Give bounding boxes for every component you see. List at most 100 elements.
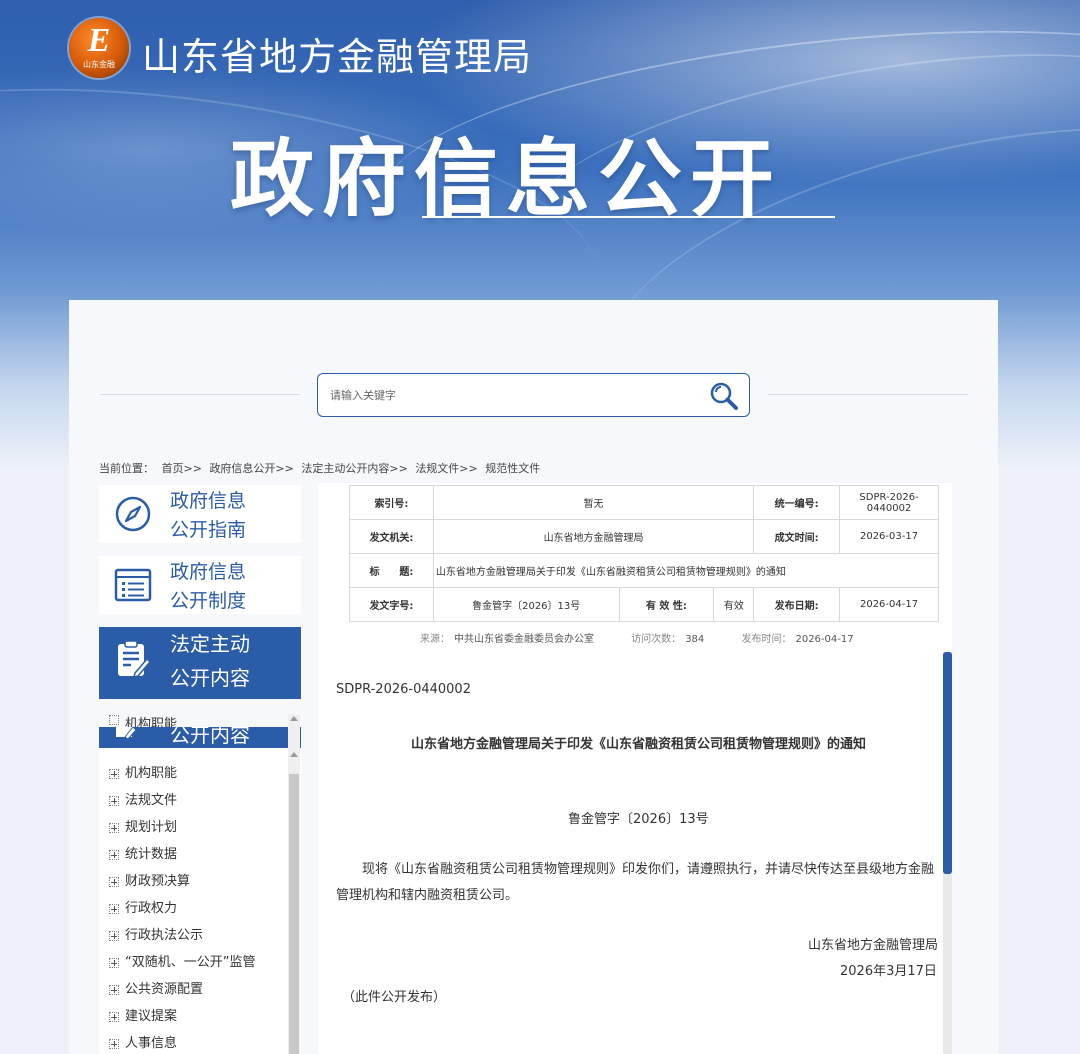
tree-item[interactable]: 统计数据 bbox=[109, 845, 255, 872]
expand-icon[interactable] bbox=[109, 958, 119, 968]
tree-item[interactable]: “双随机、一公开”监管 bbox=[109, 953, 255, 980]
meta-key: 索引号: bbox=[349, 485, 434, 520]
tree-item[interactable]: 公共资源配置 bbox=[109, 980, 255, 1007]
pubtime-value: 2026-04-17 bbox=[795, 634, 854, 645]
breadcrumb-link[interactable]: 法规文件>> bbox=[415, 462, 477, 475]
sidebar-item-guide[interactable]: 政府信息 公开指南 bbox=[99, 485, 301, 543]
breadcrumb-link[interactable]: 法定主动公开内容>> bbox=[301, 462, 407, 475]
search-box bbox=[317, 373, 750, 417]
meta-row: 发文字号: 鲁金管字〔2026〕13号 有 效 性: 有效 发布日期: 2026… bbox=[349, 587, 939, 622]
search-input[interactable] bbox=[330, 384, 690, 406]
sidebar-item-proactive-ghost: 公开内容 bbox=[99, 727, 301, 748]
source-info: 来源： 中共山东省委金融委员会办公室 访问次数： 384 发布时间： 2026-04-… bbox=[420, 630, 854, 645]
visits-value: 384 bbox=[685, 634, 705, 645]
sidebar-scrollbar[interactable] bbox=[288, 714, 300, 1054]
sidebar-item-label: 公开内容 bbox=[170, 727, 250, 747]
clipboard-icon bbox=[116, 727, 137, 740]
sidebar-item-label: 政府信息 公开制度 bbox=[170, 558, 246, 616]
expand-icon[interactable] bbox=[109, 769, 119, 779]
meta-row: 索引号: 暂无 统一编号: SDPR-2026-0440002 bbox=[349, 485, 939, 520]
meta-value: 2026-04-17 bbox=[839, 587, 939, 622]
document-date: 2026年3月17日 bbox=[840, 964, 937, 979]
tree-item[interactable]: 机构职能 bbox=[109, 764, 255, 791]
search-icon[interactable] bbox=[708, 380, 740, 412]
meta-key: 成文时间: bbox=[753, 519, 841, 554]
expand-icon[interactable] bbox=[109, 985, 119, 995]
breadcrumb: 当前位置： 首页>> 政府信息公开>> 法定主动公开内容>> 法规文件>> 规范… bbox=[99, 460, 544, 476]
label-line: 公开指南 bbox=[170, 519, 247, 541]
content-scrollbar[interactable] bbox=[943, 652, 952, 1054]
tree-item[interactable]: 行政权力 bbox=[109, 899, 255, 926]
expand-icon[interactable] bbox=[109, 1039, 119, 1049]
document-code: SDPR-2026-0440002 bbox=[336, 682, 471, 697]
expand-icon[interactable] bbox=[109, 1012, 119, 1022]
scroll-up-icon[interactable] bbox=[290, 752, 298, 757]
title-underline bbox=[422, 216, 835, 218]
expand-icon[interactable] bbox=[109, 877, 119, 887]
page-title: 政府信息公开 bbox=[230, 130, 783, 228]
sidebar-item-proactive[interactable]: 法定主动 公开内容 bbox=[99, 627, 301, 699]
scrollbar-thumb[interactable] bbox=[943, 652, 952, 874]
meta-key: 发布日期: bbox=[753, 587, 841, 622]
tree-item[interactable]: 建议提案 bbox=[109, 1007, 255, 1034]
clipboard-icon bbox=[118, 640, 152, 679]
pubtime-label: 发布时间： bbox=[741, 634, 792, 645]
label-line: 政府信息 bbox=[170, 490, 247, 512]
meta-value: 山东省地方金融管理局关于印发《山东省融资租赁公司租赁物管理规则》的通知 bbox=[432, 553, 940, 588]
expand-icon[interactable] bbox=[109, 904, 119, 914]
sidebar-item-system[interactable]: 政府信息 公开制度 bbox=[99, 556, 301, 614]
site-name[interactable]: 山东省地方金融管理局 bbox=[142, 26, 532, 81]
meta-value: SDPR-2026-0440002 bbox=[839, 485, 939, 520]
divider bbox=[768, 394, 968, 395]
meta-value: 有效 bbox=[713, 587, 755, 622]
expand-icon[interactable] bbox=[109, 796, 119, 806]
logo-letter: E bbox=[87, 22, 111, 59]
expand-icon[interactable] bbox=[109, 850, 119, 860]
meta-key: 统一编号: bbox=[753, 485, 841, 520]
document-number: 鲁金管字〔2026〕13号 bbox=[568, 812, 709, 827]
meta-value: 山东省地方金融管理局 bbox=[432, 519, 755, 554]
tree-list: 机构职能 法规文件 规划计划 统计数据 财政预决算 行政权力 行政执法公示 “双… bbox=[109, 764, 255, 1054]
meta-key: 发文机关: bbox=[349, 519, 434, 554]
category-tree: 机构职能 法规文件 规划计划 统计数据 财政预决算 行政权力 行政执法公示 “双… bbox=[99, 748, 301, 1054]
expand-icon bbox=[109, 715, 119, 725]
visits-label: 访问次数： bbox=[631, 634, 682, 645]
scrollbar-thumb[interactable] bbox=[289, 774, 299, 1054]
tree-item-label: 机构职能 bbox=[125, 766, 178, 781]
meta-row: 标 题: 山东省地方金融管理局关于印发《山东省融资租赁公司租赁物管理规则》的通知 bbox=[349, 553, 940, 588]
tree-item[interactable]: 财政预决算 bbox=[109, 872, 255, 899]
tree-item[interactable]: 规划计划 bbox=[109, 818, 255, 845]
site-logo[interactable]: E 山东金融 bbox=[69, 18, 129, 78]
expand-icon[interactable] bbox=[109, 823, 119, 833]
tree-item-label: 法规文件 bbox=[125, 793, 178, 808]
document-note: （此件公开发布） bbox=[342, 990, 447, 1005]
tree-item-label: 行政权力 bbox=[125, 901, 178, 916]
document-signature: 山东省地方金融管理局 bbox=[808, 938, 939, 953]
compass-icon bbox=[115, 496, 151, 532]
tree-item-label: 建议提案 bbox=[125, 1009, 178, 1024]
meta-value: 暂无 bbox=[432, 485, 755, 520]
meta-key: 发文字号: bbox=[349, 587, 434, 622]
breadcrumb-link[interactable]: 规范性文件 bbox=[485, 462, 540, 475]
expand-icon[interactable] bbox=[109, 931, 119, 941]
sidebar-item-label: 政府信息 公开指南 bbox=[170, 487, 246, 545]
document-title: 山东省地方金融管理局关于印发《山东省融资租赁公司租赁物管理规则》的通知 bbox=[410, 737, 866, 752]
label-line: 法定主动 bbox=[170, 632, 250, 656]
breadcrumb-link[interactable]: 政府信息公开>> bbox=[209, 462, 293, 475]
tree-item[interactable]: 人事信息 bbox=[109, 1034, 255, 1054]
tree-item-label: 统计数据 bbox=[125, 847, 178, 862]
meta-value: 2026-03-17 bbox=[839, 519, 939, 554]
tree-item[interactable]: 法规文件 bbox=[109, 791, 255, 818]
breadcrumb-prefix: 当前位置： bbox=[99, 462, 154, 475]
tree-item[interactable]: 行政执法公示 bbox=[109, 926, 255, 953]
breadcrumb-link[interactable]: 首页>> bbox=[162, 462, 202, 475]
meta-key: 有 效 性: bbox=[618, 587, 715, 622]
source-label: 来源： bbox=[420, 634, 450, 645]
tree-item-label: 财政预决算 bbox=[125, 874, 191, 889]
scroll-up-icon[interactable] bbox=[290, 716, 298, 721]
label-line: 政府信息 bbox=[170, 561, 247, 583]
tree-item-label: 行政执法公示 bbox=[125, 928, 204, 943]
label-line: 公开内容 bbox=[170, 666, 250, 690]
logo-caption: 山东金融 bbox=[83, 60, 115, 69]
divider bbox=[100, 394, 300, 395]
